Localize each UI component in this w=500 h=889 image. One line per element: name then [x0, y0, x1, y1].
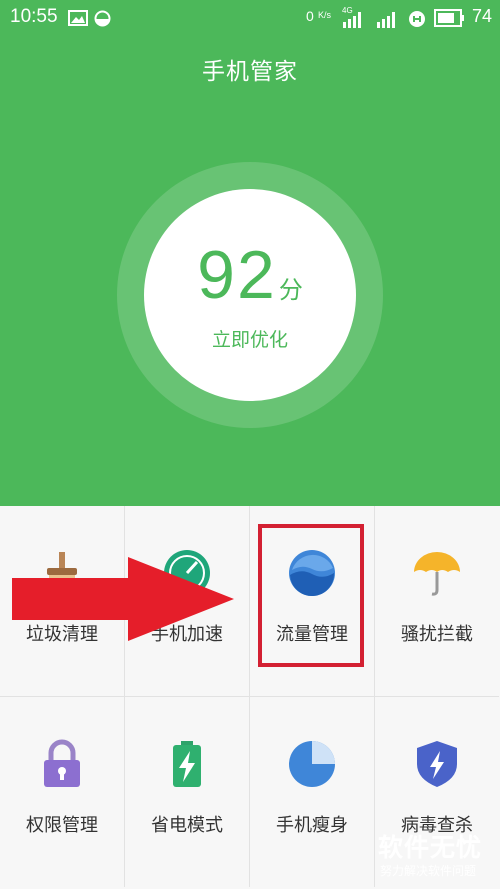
hd-icon: [409, 11, 425, 27]
status-bar: 10:55 0 K/s 4G 74: [0, 0, 500, 36]
shield-icon: [417, 741, 457, 787]
tool-harass-block[interactable]: 骚扰拦截: [375, 506, 499, 697]
score-value: 92: [197, 237, 277, 313]
tool-permission-manage[interactable]: 权限管理: [0, 697, 125, 887]
tool-label: 骚扰拦截: [401, 624, 473, 645]
optimize-label: 立即优化: [211, 329, 288, 351]
broom-icon: [47, 552, 77, 593]
net-speed-unit: K/s: [318, 10, 332, 20]
score-display: 92分: [144, 241, 356, 309]
watermark-title: 软件无忧: [378, 833, 483, 862]
score-unit: 分: [278, 276, 303, 304]
watermark-subtitle: 努力解决软件问题: [380, 864, 477, 878]
optimize-button[interactable]: 92分 立即优化: [144, 189, 356, 401]
watermark: 软件无忧 努力解决软件问题: [370, 826, 496, 884]
pie-chart-icon: [289, 741, 335, 787]
tool-junk-clean[interactable]: 垃圾清理: [0, 506, 125, 697]
tool-label: 省电模式: [151, 815, 223, 836]
data-traffic-icon: [289, 550, 335, 597]
lock-icon: [44, 739, 80, 787]
battery-icon: [173, 741, 201, 787]
tool-traffic-manage[interactable]: 流量管理: [250, 506, 375, 697]
tool-label: 手机加速: [151, 624, 223, 645]
page-title: 手机管家: [202, 59, 298, 85]
umbrella-icon: [414, 552, 460, 596]
net-speed: 0: [306, 8, 314, 24]
signal-icon: [343, 12, 361, 28]
tool-phone-slim[interactable]: 手机瘦身: [250, 697, 375, 887]
tool-label: 手机瘦身: [276, 815, 348, 836]
sync-icon: [94, 10, 111, 27]
speedometer-icon: [164, 550, 210, 596]
tool-power-save[interactable]: 省电模式: [125, 697, 250, 887]
tool-phone-speedup[interactable]: 手机加速: [125, 506, 250, 697]
tool-label: 权限管理: [26, 815, 98, 836]
gallery-icon: [68, 10, 88, 26]
tool-label: 流量管理: [276, 624, 348, 645]
signal-icon-2: [377, 12, 395, 28]
battery-status-icon: [434, 9, 464, 27]
tool-label: 垃圾清理: [26, 624, 98, 645]
battery-level: 74: [471, 6, 492, 26]
header-area: 10:55 0 K/s 4G 74 手机管家 92分 立即优化: [0, 0, 500, 506]
clock: 10:55: [10, 6, 58, 27]
